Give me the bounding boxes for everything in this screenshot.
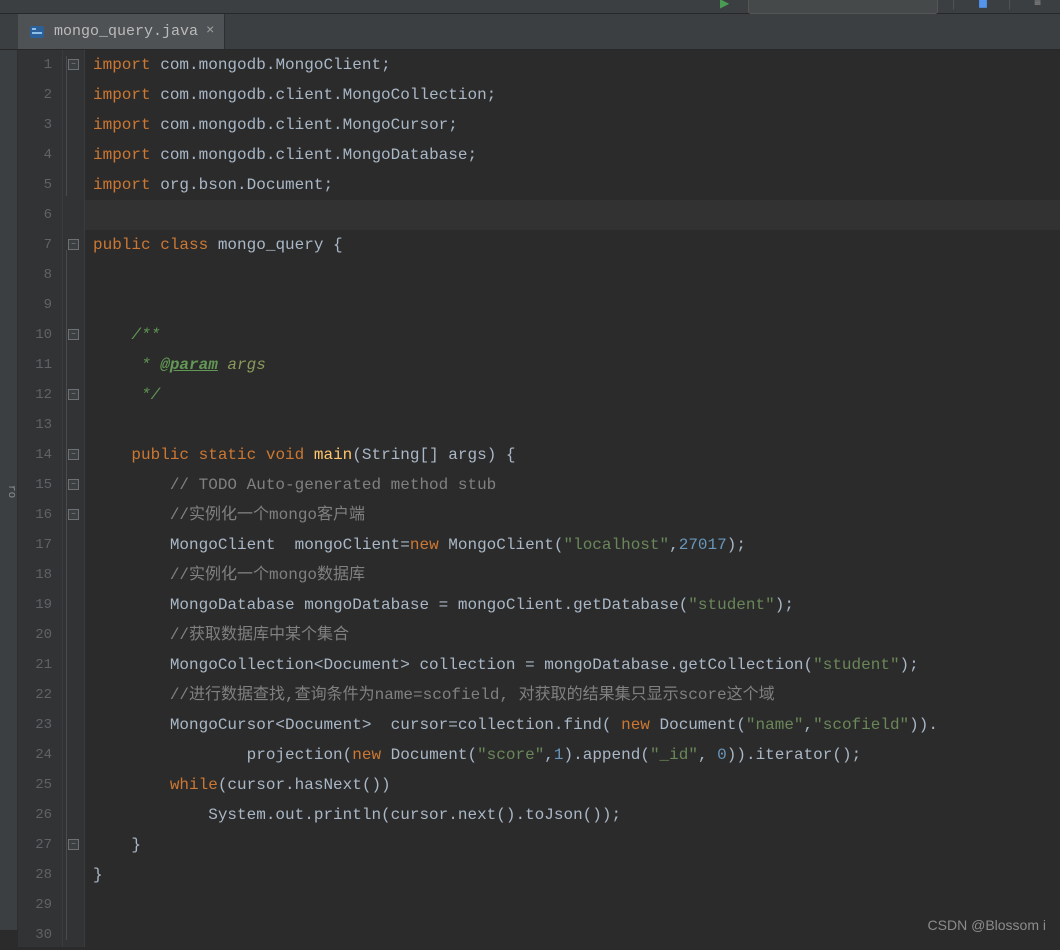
stop-icon[interactable]: ◼ (978, 0, 994, 12)
java-file-icon (28, 22, 46, 40)
fold-marker-icon[interactable]: − (68, 839, 79, 850)
line-number: 18 (18, 560, 52, 590)
code-editor[interactable]: 1234567891011121314151617181920212223242… (18, 50, 1060, 947)
fold-gutter[interactable]: − − − − − − − − (63, 50, 85, 947)
fold-marker-icon[interactable]: − (68, 449, 79, 460)
code-line: MongoCollection<Document> collection = m… (85, 650, 1060, 680)
code-line: System.out.println(cursor.next().toJson(… (85, 800, 1060, 830)
code-line: */ (85, 380, 1060, 410)
code-line (85, 920, 1060, 950)
line-number: 23 (18, 710, 52, 740)
line-number: 5 (18, 170, 52, 200)
line-number: 15 (18, 470, 52, 500)
code-line: //实例化一个mongo数据库 (85, 560, 1060, 590)
fold-marker-icon[interactable]: − (68, 59, 79, 70)
code-line: projection(new Document("score",1).appen… (85, 740, 1060, 770)
code-line: // TODO Auto-generated method stub (85, 470, 1060, 500)
toolbar: ▶ │ ◼ │ ≡ (0, 0, 1060, 14)
code-line (85, 890, 1060, 920)
code-line (85, 260, 1060, 290)
line-number: 17 (18, 530, 52, 560)
line-number: 6 (18, 200, 52, 230)
separator-icon: │ (950, 0, 966, 12)
code-line: //进行数据查找,查询条件为name=scofield, 对获取的结果集只显示s… (85, 680, 1060, 710)
code-line: } (85, 830, 1060, 860)
code-line: //获取数据库中某个集合 (85, 620, 1060, 650)
line-number: 21 (18, 650, 52, 680)
code-line: import com.mongodb.client.MongoCollectio… (85, 80, 1060, 110)
left-tool-margin[interactable]: ro (0, 50, 18, 930)
line-number-gutter: 1234567891011121314151617181920212223242… (18, 50, 63, 947)
fold-marker-icon[interactable]: − (68, 509, 79, 520)
line-number: 26 (18, 800, 52, 830)
run-icon[interactable]: ▶ (720, 0, 736, 12)
code-line: * @param args (85, 350, 1060, 380)
fold-marker-icon[interactable]: − (68, 479, 79, 490)
line-number: 3 (18, 110, 52, 140)
line-number: 30 (18, 920, 52, 950)
line-number: 12 (18, 380, 52, 410)
line-number: 13 (18, 410, 52, 440)
line-number: 11 (18, 350, 52, 380)
line-number: 24 (18, 740, 52, 770)
line-number: 4 (18, 140, 52, 170)
line-number: 27 (18, 830, 52, 860)
left-margin-label: ro (5, 485, 17, 498)
close-icon[interactable]: × (206, 23, 214, 39)
code-line: import com.mongodb.client.MongoCursor; (85, 110, 1060, 140)
line-number: 9 (18, 290, 52, 320)
line-number: 25 (18, 770, 52, 800)
fold-marker-icon[interactable]: − (68, 389, 79, 400)
separator-icon: │ (1006, 0, 1022, 12)
line-number: 2 (18, 80, 52, 110)
code-line: MongoCursor<Document> cursor=collection.… (85, 710, 1060, 740)
editor-tabs: mongo_query.java × (0, 14, 1060, 50)
code-line: import com.mongodb.client.MongoDatabase; (85, 140, 1060, 170)
line-number: 28 (18, 860, 52, 890)
tab-mongo-query-java[interactable]: mongo_query.java × (18, 13, 225, 49)
line-number: 1 (18, 50, 52, 80)
tab-label: mongo_query.java (54, 23, 198, 40)
code-line: public class mongo_query { (85, 230, 1060, 260)
fold-marker-icon[interactable]: − (68, 329, 79, 340)
line-number: 7 (18, 230, 52, 260)
line-number: 29 (18, 890, 52, 920)
run-config-selector[interactable] (748, 0, 938, 14)
line-number: 8 (18, 260, 52, 290)
code-line (85, 410, 1060, 440)
line-number: 19 (18, 590, 52, 620)
code-area[interactable]: import com.mongodb.MongoClient; import c… (85, 50, 1060, 947)
code-line: } (85, 860, 1060, 890)
line-number: 16 (18, 500, 52, 530)
code-line: MongoClient mongoClient=new MongoClient(… (85, 530, 1060, 560)
code-line: MongoDatabase mongoDatabase = mongoClien… (85, 590, 1060, 620)
code-line: public static void main(String[] args) { (85, 440, 1060, 470)
line-number: 22 (18, 680, 52, 710)
code-line: /** (85, 320, 1060, 350)
line-number: 20 (18, 620, 52, 650)
line-number: 14 (18, 440, 52, 470)
code-line: import org.bson.Document; (85, 170, 1060, 200)
menu-icon[interactable]: ≡ (1034, 0, 1050, 12)
line-number: 10 (18, 320, 52, 350)
code-line (85, 290, 1060, 320)
code-line (85, 200, 1060, 230)
code-line: while(cursor.hasNext()) (85, 770, 1060, 800)
code-line: import com.mongodb.MongoClient; (85, 50, 1060, 80)
code-line: //实例化一个mongo客户端 (85, 500, 1060, 530)
fold-marker-icon[interactable]: − (68, 239, 79, 250)
